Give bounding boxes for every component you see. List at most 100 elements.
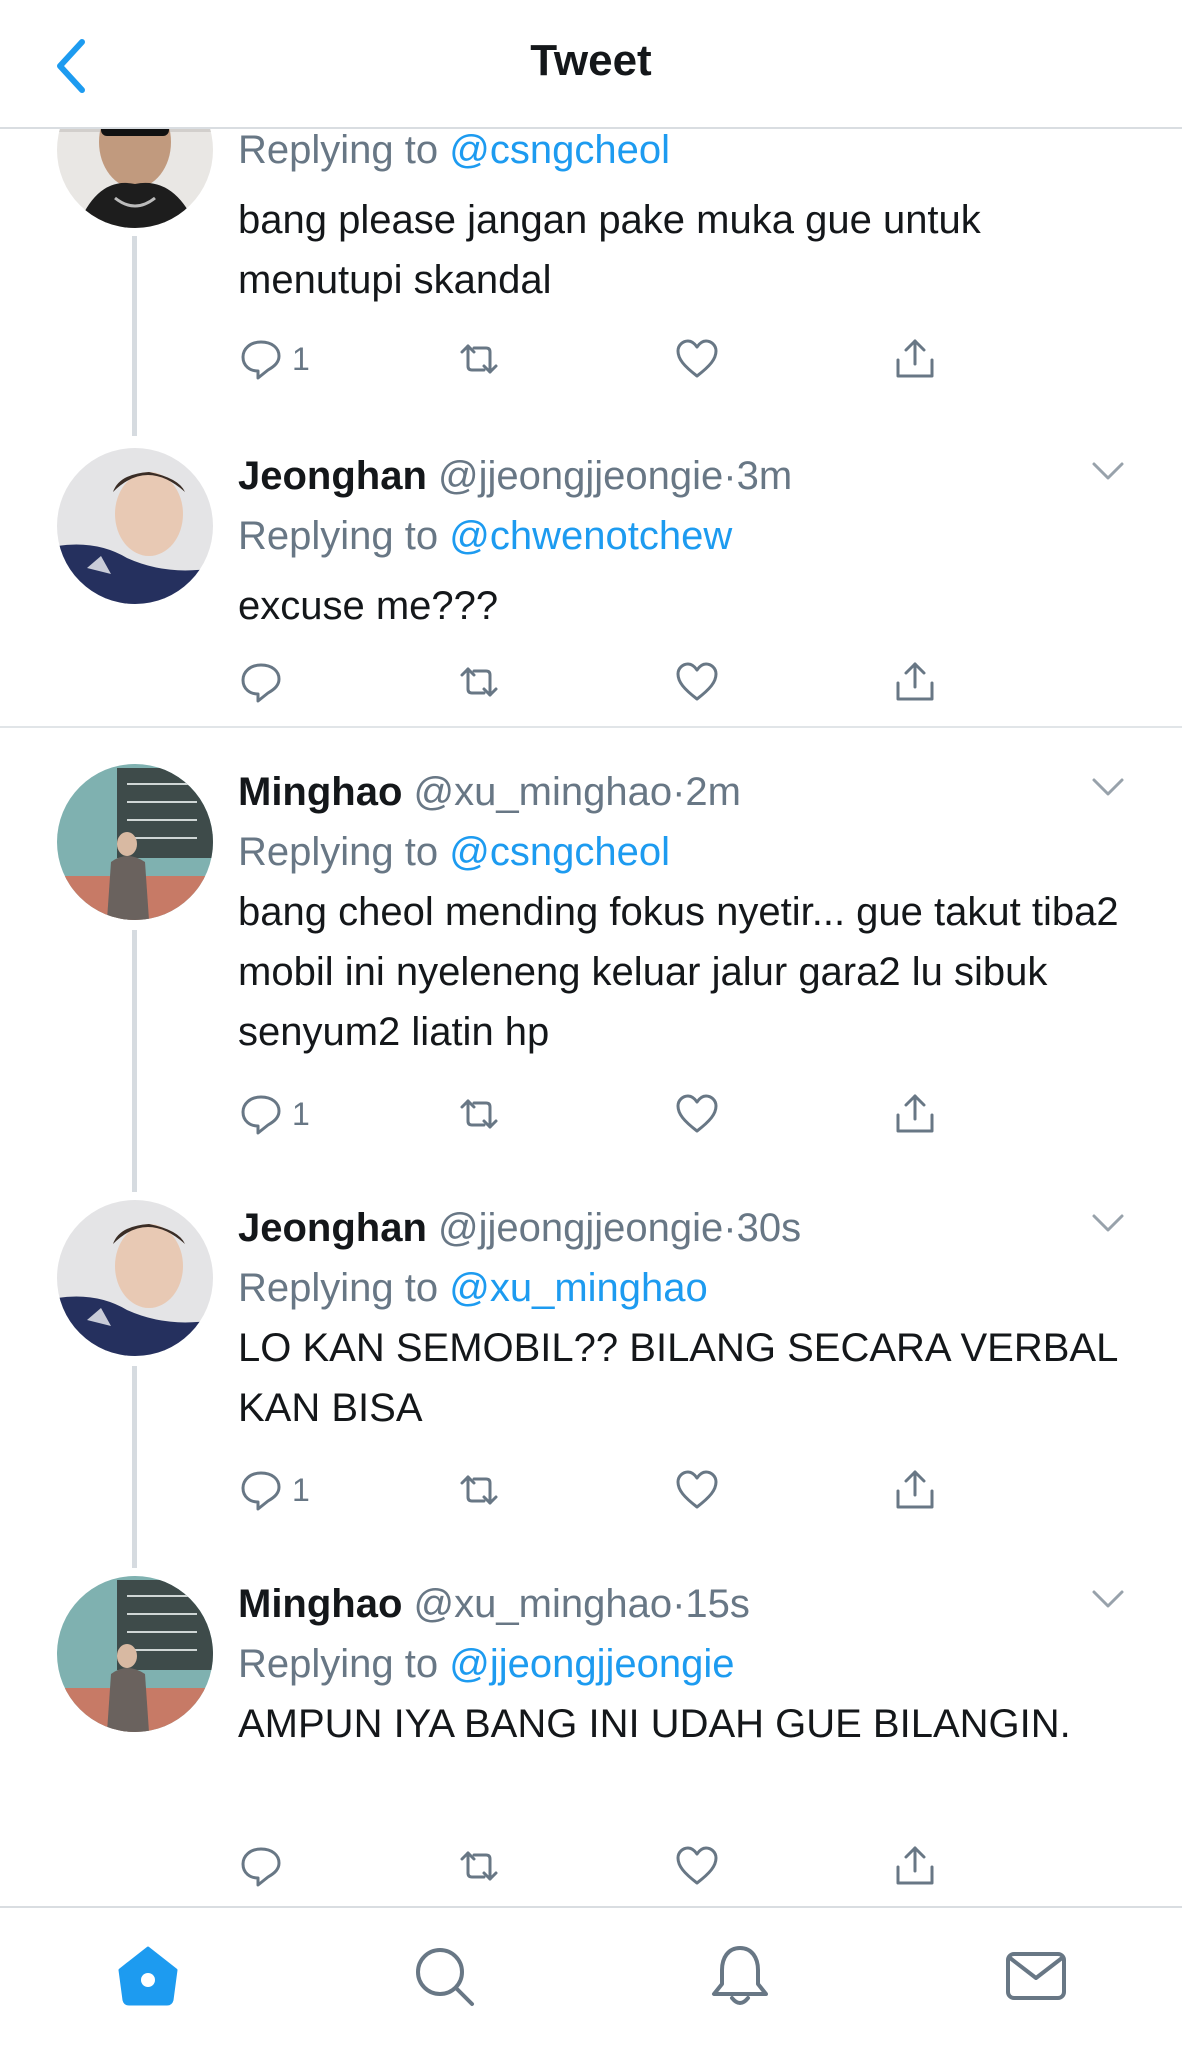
tab-messages[interactable]: [1000, 1940, 1072, 2012]
share-button[interactable]: [892, 1086, 938, 1142]
home-icon: [118, 1946, 178, 2006]
chevron-down-icon[interactable]: [1088, 456, 1128, 486]
avatar-image: [57, 764, 213, 920]
replying-to: Replying to @xu_minghao: [238, 1258, 708, 1318]
share-button[interactable]: [892, 331, 938, 387]
thread-divider: [0, 726, 1182, 728]
reply-button[interactable]: 1: [238, 331, 310, 387]
like-button[interactable]: [674, 1462, 720, 1518]
tweet-1[interactable]: Jeonghan @jjeongjjeongie·3m Replying to …: [0, 440, 1182, 728]
tweet-text: bang cheol mending fokus nyetir... gue t…: [238, 890, 1119, 1054]
page-title: Tweet: [530, 36, 652, 85]
tab-search[interactable]: [408, 1940, 480, 2012]
replying-to-label: Replying to: [238, 128, 439, 172]
like-button[interactable]: [674, 1838, 720, 1894]
search-icon: [416, 1948, 474, 2006]
reply-button[interactable]: 1: [238, 1086, 310, 1142]
retweet-icon: [460, 667, 498, 697]
chevron-down-icon[interactable]: [1088, 1208, 1128, 1238]
replying-to: Replying to @chwenotchew: [238, 506, 732, 566]
tweet-header: Minghao @xu_minghao·15s: [238, 1574, 750, 1634]
retweet-icon: [460, 1475, 498, 1505]
reply-button[interactable]: [238, 1838, 292, 1894]
tweet-header: Minghao @xu_minghao·2m: [238, 762, 741, 822]
share-button[interactable]: [892, 1462, 938, 1518]
share-button[interactable]: [892, 1838, 938, 1894]
tweet-actions: [238, 1838, 958, 1894]
tweet-actions: [238, 654, 958, 710]
mention-link[interactable]: @chwenotchew: [449, 514, 732, 558]
share-icon: [896, 1094, 934, 1133]
separator-dot: ·: [672, 1582, 686, 1626]
replying-to: Replying to @csngcheol: [238, 822, 670, 882]
timestamp: 3m: [736, 454, 793, 498]
reply-count: 1: [292, 1471, 310, 1508]
tweet-text: AMPUN IYA BANG INI UDAH GUE BILANGIN.: [238, 1702, 1071, 1746]
display-name[interactable]: Minghao: [238, 1582, 402, 1626]
retweet-button[interactable]: [456, 654, 502, 710]
tweet-4[interactable]: Minghao @xu_minghao·15s Replying to @jje…: [0, 1568, 1182, 1904]
retweet-button[interactable]: [456, 1838, 502, 1894]
tab-home[interactable]: [112, 1940, 184, 2012]
separator-dot: ·: [723, 1206, 737, 1250]
mention-link[interactable]: @jjeongjjeongie: [449, 1642, 734, 1686]
like-button[interactable]: [674, 331, 720, 387]
mention-link[interactable]: @csngcheol: [449, 830, 670, 874]
tab-notifications[interactable]: [704, 1940, 776, 2012]
reply-button[interactable]: 1: [238, 1462, 310, 1518]
tweet-text: LO KAN SEMOBIL?? BILANG SECARA VERBAL KA…: [238, 1326, 1117, 1430]
timestamp: 2m: [685, 770, 741, 814]
tweet-3[interactable]: Jeonghan @jjeongjjeongie·30s Replying to…: [0, 1192, 1182, 1568]
user-handle[interactable]: @xu_minghao: [414, 1582, 673, 1626]
timestamp: 15s: [685, 1582, 750, 1626]
envelope-icon: [1006, 1952, 1066, 2000]
share-icon: [896, 1470, 934, 1509]
user-handle[interactable]: @xu_minghao: [414, 770, 673, 814]
share-button[interactable]: [892, 654, 938, 710]
retweet-button[interactable]: [456, 1086, 502, 1142]
replying-to-label: Replying to: [238, 1642, 439, 1686]
chevron-down-icon[interactable]: [1088, 1584, 1128, 1614]
retweet-button[interactable]: [456, 1462, 502, 1518]
display-name[interactable]: Jeonghan: [238, 454, 427, 498]
thread-line: [132, 1366, 137, 1568]
share-icon: [896, 662, 934, 701]
heart-icon: [676, 339, 718, 378]
user-handle[interactable]: @jjeongjjeongie: [438, 454, 723, 498]
heart-icon: [676, 1470, 718, 1509]
retweet-button[interactable]: [456, 331, 502, 387]
avatar[interactable]: [57, 1576, 213, 1732]
replying-to-label: Replying to: [238, 1266, 439, 1310]
like-button[interactable]: [674, 654, 720, 710]
reply-button[interactable]: [238, 654, 292, 710]
bottom-tab-bar: [0, 1906, 1182, 2050]
avatar[interactable]: [57, 448, 213, 604]
avatar-image: [57, 1576, 213, 1732]
share-icon: [896, 339, 934, 378]
chevron-down-icon[interactable]: [1088, 772, 1128, 802]
avatar-image: [57, 448, 213, 604]
avatar[interactable]: [57, 1200, 213, 1356]
mention-link[interactable]: @xu_minghao: [449, 1266, 708, 1310]
tweet-actions: 1: [238, 1462, 958, 1518]
reply-bubble-icon: [241, 340, 281, 380]
avatar-image: [57, 1200, 213, 1356]
display-name[interactable]: Jeonghan: [238, 1206, 427, 1250]
bell-icon: [712, 1946, 768, 2005]
reply-bubble-icon: [241, 663, 281, 703]
replying-to-label: Replying to: [238, 830, 439, 874]
user-handle[interactable]: @jjeongjjeongie: [438, 1206, 723, 1250]
top-bar: Tweet: [0, 0, 1182, 129]
tweet-2[interactable]: Minghao @xu_minghao·2m Replying to @csng…: [0, 756, 1182, 1192]
separator-dot: ·: [672, 770, 686, 814]
heart-icon: [676, 662, 718, 701]
retweet-icon: [460, 344, 498, 374]
timestamp: 30s: [736, 1206, 802, 1250]
thread-line: [132, 236, 137, 436]
like-button[interactable]: [674, 1086, 720, 1142]
mention-link[interactable]: @csngcheol: [449, 128, 670, 172]
separator-dot: ·: [723, 454, 737, 498]
display-name[interactable]: Minghao: [238, 770, 402, 814]
avatar[interactable]: [57, 764, 213, 920]
tweet-text: excuse me???: [238, 584, 499, 628]
